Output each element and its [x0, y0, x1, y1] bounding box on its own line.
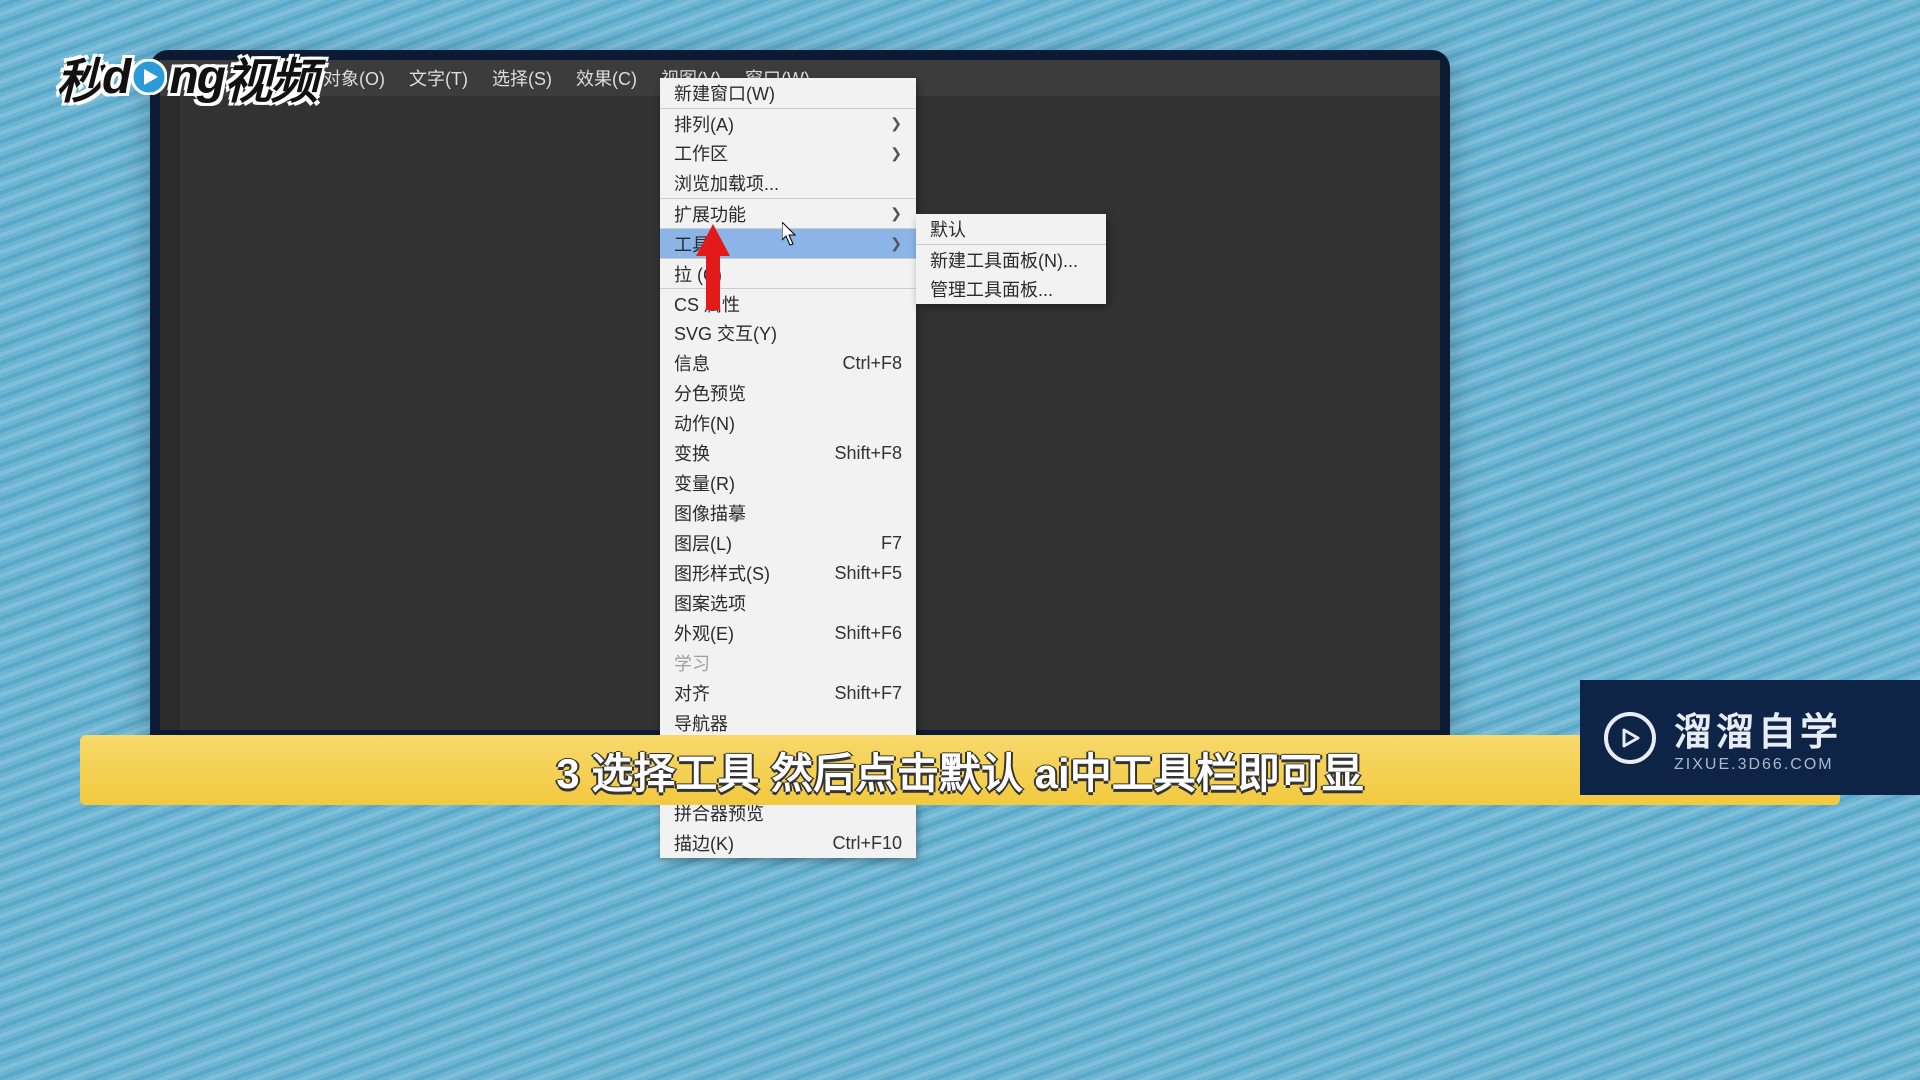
menu-item[interactable]: 学习	[660, 648, 916, 678]
menu-text[interactable]: 文字(T)	[397, 60, 480, 96]
logo-part-3: ng	[169, 50, 224, 105]
menu-item[interactable]: 分色预览	[660, 378, 916, 408]
menu-shortcut: Shift+F6	[834, 623, 902, 644]
logo-part-1: 秒	[56, 42, 102, 112]
submenu-item[interactable]: 新建工具面板(N)...	[916, 244, 1106, 274]
logo-part-4: 视频	[224, 42, 316, 112]
menu-item[interactable]: 变量(R)	[660, 468, 916, 498]
menu-item[interactable]: SVG 交互(Y)	[660, 318, 916, 348]
menu-item[interactable]: 导航器	[660, 708, 916, 738]
menu-shortcut: Shift+F7	[834, 683, 902, 704]
menu-item-label: 图像描摹	[674, 500, 746, 526]
menu-item-label: 图形样式(S)	[674, 560, 770, 586]
menu-item[interactable]: 排列(A) ❯	[660, 108, 916, 138]
brand-play-icon	[1604, 712, 1656, 764]
menu-item-label: 排列(A)	[674, 111, 734, 137]
menu-item-label: 外观(E)	[674, 620, 734, 646]
chevron-right-icon: ❯	[890, 205, 902, 222]
menu-item-label: 导航器	[674, 710, 728, 736]
submenu-item[interactable]: 默认	[916, 214, 1106, 244]
menu-item-label: 信息	[674, 350, 710, 376]
menu-shortcut: Ctrl+F8	[842, 353, 902, 374]
menu-item[interactable]: 动作(N)	[660, 408, 916, 438]
menu-item-label: 学习	[674, 650, 710, 676]
menu-item[interactable]: 图形样式(S) Shift+F5	[660, 558, 916, 588]
menu-effect[interactable]: 效果(C)	[564, 60, 649, 96]
menu-item[interactable]: 图层(L) F7	[660, 528, 916, 558]
menu-item[interactable]: 信息 Ctrl+F8	[660, 348, 916, 378]
subtitle-text: 3 选择工具 然后点击默认 ai中工具栏即可显	[556, 740, 1363, 801]
menu-item-label: 扩展功能	[674, 201, 746, 227]
menu-item-label: 工作区	[674, 140, 728, 166]
menu-shortcut: Shift+F5	[834, 563, 902, 584]
brand-text: 溜溜自学 ZIXUE.3D66.COM	[1674, 701, 1842, 774]
menu-item-label: 图层(L)	[674, 530, 732, 556]
menu-select[interactable]: 选择(S)	[480, 60, 564, 96]
menu-item-label: 图案选项	[674, 590, 746, 616]
menu-item-label: 变换	[674, 440, 710, 466]
submenu-item-label: 新建工具面板(N)...	[930, 247, 1078, 273]
submenu-item-label: 管理工具面板...	[930, 276, 1053, 302]
menu-item[interactable]: 变换 Shift+F8	[660, 438, 916, 468]
menu-shortcut: F7	[881, 533, 902, 554]
menu-item-label: 动作(N)	[674, 410, 735, 436]
logo-part-2: d	[102, 50, 129, 105]
menu-item-label: 浏览加载项...	[674, 170, 779, 196]
menu-item[interactable]: 浏览加载项...	[660, 168, 916, 198]
menu-item-label: 分色预览	[674, 380, 746, 406]
submenu-item[interactable]: 管理工具面板...	[916, 274, 1106, 304]
chevron-right-icon: ❯	[890, 235, 902, 252]
submenu-item-label: 默认	[930, 216, 966, 242]
menu-item[interactable]: 对齐 Shift+F7	[660, 678, 916, 708]
bottom-brand-badge: 溜溜自学 ZIXUE.3D66.COM	[1580, 680, 1920, 795]
annotation-arrow-icon	[696, 224, 730, 310]
menu-object[interactable]: 对象(O)	[311, 60, 397, 96]
menu-item-label: 描边(K)	[674, 830, 734, 856]
menu-item[interactable]: 外观(E) Shift+F6	[660, 618, 916, 648]
menu-item[interactable]: 图像描摹	[660, 498, 916, 528]
menu-item-label: 新建窗口(W)	[674, 80, 775, 106]
menu-item[interactable]: 工作区 ❯	[660, 138, 916, 168]
menu-item[interactable]: 图案选项	[660, 588, 916, 618]
menu-item-label: 对齐	[674, 680, 710, 706]
chevron-right-icon: ❯	[890, 145, 902, 162]
menu-shortcut: Shift+F8	[834, 443, 902, 464]
brand-title: 溜溜自学	[1674, 701, 1842, 756]
chevron-right-icon: ❯	[890, 115, 902, 132]
mouse-cursor-icon	[782, 222, 799, 246]
play-icon	[131, 59, 167, 95]
menu-item-label: SVG 交互(Y)	[674, 320, 777, 346]
menu-item[interactable]: 描边(K) Ctrl+F10	[660, 828, 916, 858]
top-watermark-logo: 秒 d ng 视频	[56, 42, 316, 112]
menu-shortcut: Ctrl+F10	[832, 833, 902, 854]
tools-submenu: 默认新建工具面板(N)... 管理工具面板...	[916, 214, 1106, 304]
brand-url: ZIXUE.3D66.COM	[1674, 756, 1842, 774]
subtitle-bar: 3 选择工具 然后点击默认 ai中工具栏即可显	[80, 735, 1840, 805]
menu-item[interactable]: 新建窗口(W)	[660, 78, 916, 108]
menu-item-label: 变量(R)	[674, 470, 735, 496]
